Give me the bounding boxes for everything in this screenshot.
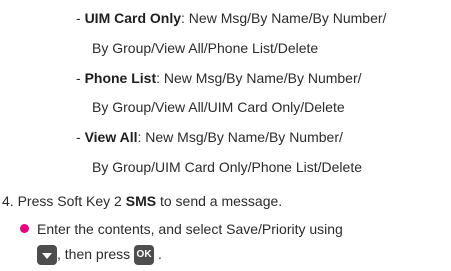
bullet-text: Enter the contents, and select Save/Prio… [37,221,343,237]
bullet-text-continued: , then press OK . [37,243,162,266]
bullet-text-mid: , then press [57,246,131,262]
item-term: UIM Card Only [84,10,182,26]
dash: - [76,129,81,145]
item-text: : New Msg/By Name/By Number/ [156,70,362,86]
item-term: Phone List [84,70,157,86]
item-text-continued: By Group/UIM Card Only/Phone List/Delete [92,159,363,175]
step-text: Press Soft Key 2 [17,193,126,209]
step-4: 4. Press Soft Key 2 SMS to send a messag… [2,192,282,210]
dash: - [76,70,81,86]
list-item: - View All: New Msg/By Name/By Number/ [76,128,343,146]
step-text-end: to send a message. [156,193,283,209]
sms-key-label: SMS [125,193,157,209]
ok-key-icon: OK [134,245,155,266]
list-item: - UIM Card Only: New Msg/By Name/By Numb… [76,9,386,27]
item-text-continued: By Group/View All/Phone List/Delete [92,40,319,56]
list-item: - Phone List: New Msg/By Name/By Number/ [76,69,362,87]
item-text-continued: By Group/View All/UIM Card Only/Delete [92,99,345,115]
step-number: 4. [2,193,14,209]
item-text: : New Msg/By Name/By Number/ [137,129,343,145]
down-arrow-key-icon [37,245,57,266]
dash: - [76,10,81,26]
bullet-text-end: . [157,246,162,262]
item-term: View All [84,129,138,145]
item-text: : New Msg/By Name/By Number/ [181,10,387,26]
bullet-icon [20,224,29,233]
